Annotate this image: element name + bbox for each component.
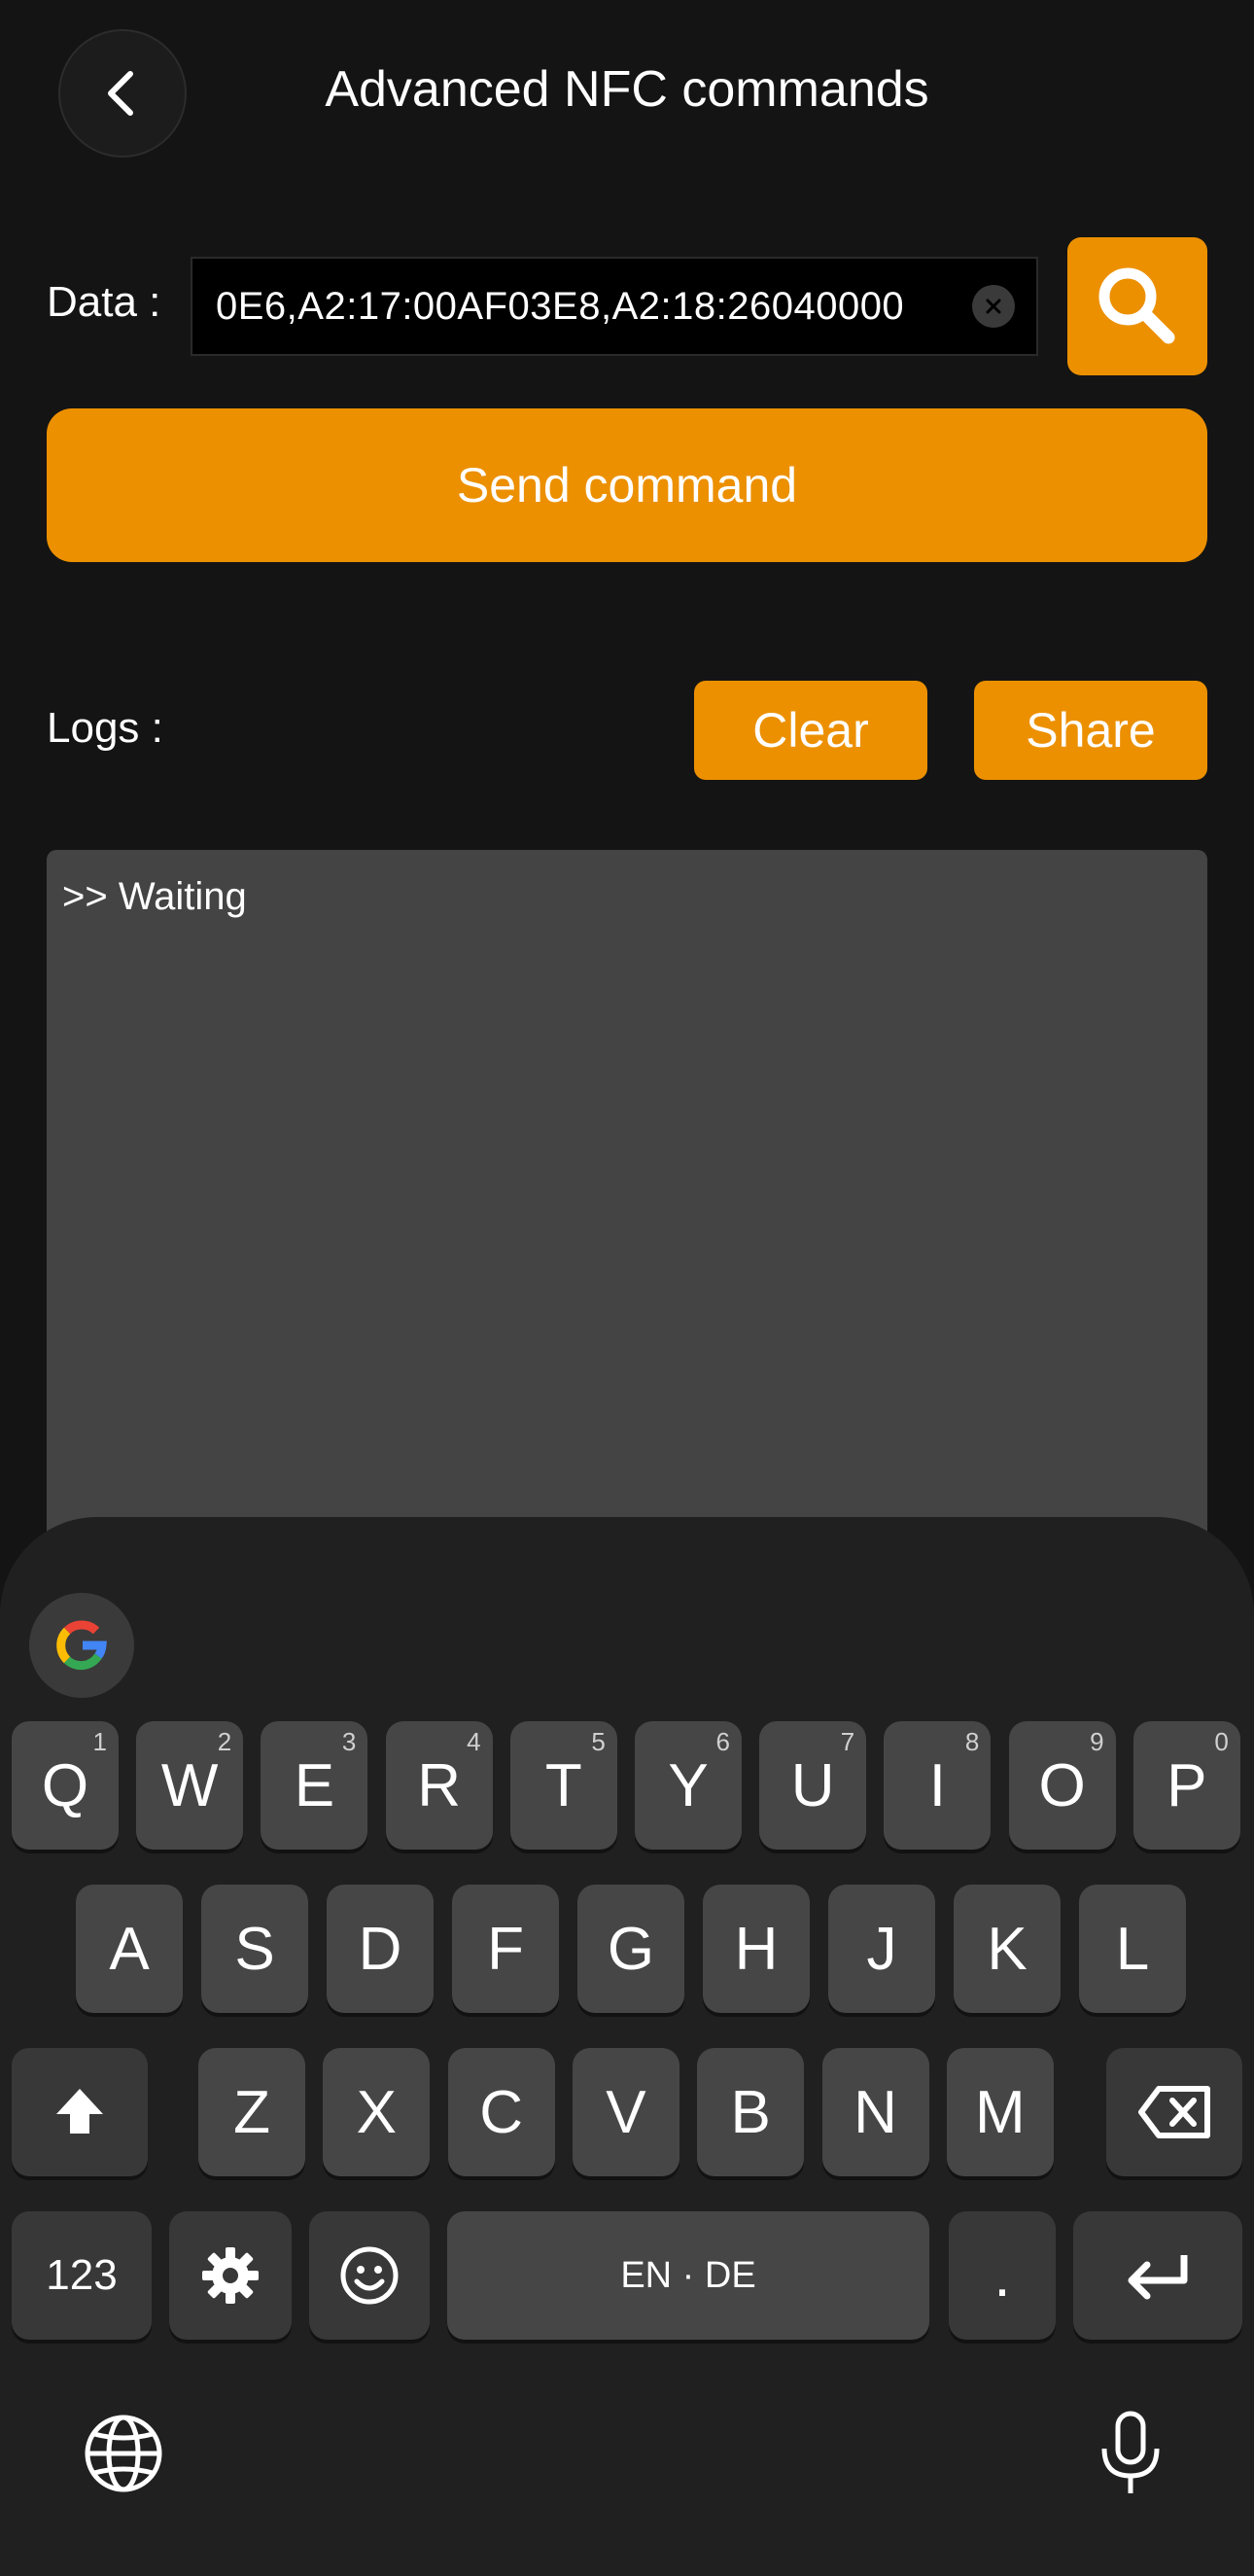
key-f[interactable]: F xyxy=(452,1885,559,2013)
key-v[interactable]: V xyxy=(572,2048,679,2176)
key-label: U xyxy=(790,1751,835,1819)
key-c[interactable]: C xyxy=(447,2048,555,2176)
key-label: W xyxy=(160,1751,219,1819)
keyboard: Q1W2E3R4T5Y6U7I8O9P0 ASDFGHJKL ZXCVBNM 1… xyxy=(0,1517,1254,2576)
log-output: >> Waiting xyxy=(47,850,1207,1570)
search-icon xyxy=(1098,267,1175,344)
data-input-value: 0E6,A2:17:00AF03E8,A2:18:26040000 xyxy=(216,284,905,328)
key-hint: 9 xyxy=(1090,1727,1104,1756)
key-i[interactable]: I8 xyxy=(884,1721,992,1850)
key-d[interactable]: D xyxy=(327,1885,434,2013)
key-hint: 2 xyxy=(217,1727,232,1756)
data-input[interactable]: 0E6,A2:17:00AF03E8,A2:18:26040000 xyxy=(191,257,1038,356)
search-button[interactable] xyxy=(1067,237,1207,375)
key-label: Q xyxy=(41,1751,89,1819)
clear-logs-button[interactable]: Clear xyxy=(694,681,927,780)
shift-key[interactable] xyxy=(12,2048,148,2176)
key-b[interactable]: B xyxy=(697,2048,805,2176)
key-label: I xyxy=(928,1751,946,1819)
enter-key[interactable] xyxy=(1073,2211,1242,2340)
key-label: E xyxy=(294,1751,335,1819)
key-e[interactable]: E3 xyxy=(261,1721,368,1850)
voice-input-button[interactable] xyxy=(1087,2410,1174,2497)
key-y[interactable]: Y6 xyxy=(635,1721,742,1850)
key-hint: 3 xyxy=(341,1727,357,1756)
key-u[interactable]: U7 xyxy=(759,1721,867,1850)
key-z[interactable]: Z xyxy=(198,2048,305,2176)
key-g[interactable]: G xyxy=(577,1885,684,2013)
shift-icon xyxy=(56,2089,103,2134)
numbers-key[interactable]: 123 xyxy=(12,2211,152,2340)
key-hint: 6 xyxy=(715,1727,730,1756)
key-hint: 7 xyxy=(840,1727,855,1756)
backspace-key[interactable] xyxy=(1106,2048,1242,2176)
key-j[interactable]: J xyxy=(828,1885,935,2013)
key-label: P xyxy=(1167,1751,1207,1819)
data-label: Data : xyxy=(47,278,161,326)
key-label: T xyxy=(544,1751,582,1819)
enter-icon xyxy=(1128,2255,1188,2300)
key-x[interactable]: X xyxy=(323,2048,431,2176)
key-label: Y xyxy=(668,1751,709,1819)
globe-icon xyxy=(85,2415,162,2492)
page-title: Advanced NFC commands xyxy=(325,61,929,118)
key-s[interactable]: S xyxy=(201,1885,308,2013)
microphone-icon xyxy=(1101,2411,1160,2493)
logs-label: Logs : xyxy=(47,704,163,752)
key-r[interactable]: R4 xyxy=(385,1721,493,1850)
key-w[interactable]: W2 xyxy=(136,1721,244,1850)
google-button[interactable] xyxy=(29,1593,134,1698)
key-k[interactable]: K xyxy=(954,1885,1061,2013)
key-h[interactable]: H xyxy=(703,1885,810,2013)
key-a[interactable]: A xyxy=(76,1885,183,2013)
key-n[interactable]: N xyxy=(821,2048,929,2176)
period-key[interactable]: . xyxy=(949,2211,1056,2340)
key-t[interactable]: T5 xyxy=(509,1721,617,1850)
gear-icon xyxy=(202,2247,259,2304)
key-label: R xyxy=(417,1751,461,1819)
key-hint: 0 xyxy=(1214,1727,1229,1756)
key-label: O xyxy=(1038,1751,1086,1819)
share-logs-button[interactable]: Share xyxy=(974,681,1207,780)
space-key[interactable]: EN · DE xyxy=(447,2211,929,2340)
key-p[interactable]: P0 xyxy=(1132,1721,1240,1850)
clear-circle-icon[interactable] xyxy=(972,285,1015,328)
key-hint: 4 xyxy=(467,1727,481,1756)
emoji-key[interactable] xyxy=(309,2211,430,2340)
log-text: >> Waiting xyxy=(62,875,247,918)
settings-key[interactable] xyxy=(169,2211,292,2340)
key-q[interactable]: Q1 xyxy=(12,1721,119,1850)
key-hint: 5 xyxy=(591,1727,606,1756)
key-o[interactable]: O9 xyxy=(1008,1721,1116,1850)
emoji-icon xyxy=(340,2246,399,2305)
key-hint: 8 xyxy=(964,1727,980,1756)
backspace-icon xyxy=(1138,2086,1210,2138)
key-m[interactable]: M xyxy=(946,2048,1054,2176)
google-icon xyxy=(56,1620,107,1671)
language-button[interactable] xyxy=(80,2410,167,2497)
send-command-button[interactable]: Send command xyxy=(47,408,1207,562)
key-l[interactable]: L xyxy=(1079,1885,1186,2013)
key-hint: 1 xyxy=(92,1727,107,1756)
